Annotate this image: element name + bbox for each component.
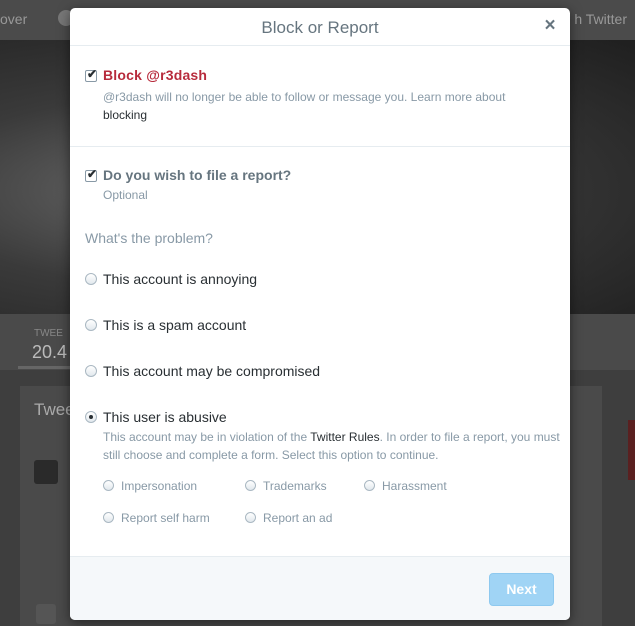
nav-discover-label: over [0, 11, 28, 27]
file-report-label[interactable]: Do you wish to file a report? [103, 167, 291, 183]
radio-impersonation[interactable] [103, 480, 114, 491]
dialog-title: Block or Report [261, 18, 379, 37]
radio-abusive[interactable] [85, 411, 97, 423]
tweets-stat-label: TWEE [34, 328, 63, 339]
dialog-footer: Next [70, 556, 570, 620]
radio-self-harm[interactable] [103, 512, 114, 523]
option-compromised-label[interactable]: This account may be compromised [103, 363, 320, 379]
tweet-avatar [36, 604, 56, 624]
checkmark-icon: ✔ [87, 167, 98, 181]
option-spam-label[interactable]: This is a spam account [103, 317, 246, 333]
block-report-dialog: Block or Report × ✔ Block @r3dash @r3das… [70, 8, 570, 620]
blocking-link[interactable]: blocking [103, 108, 147, 122]
problem-question: What's the problem? [85, 230, 213, 246]
sub-option-harassment[interactable]: Harassment [382, 479, 447, 493]
abusive-description: This account may be in violation of the … [103, 428, 563, 464]
tweets-card-title: Twee [34, 400, 75, 419]
sub-option-self-harm[interactable]: Report self harm [121, 511, 210, 525]
block-user-label[interactable]: Block @r3dash [103, 67, 207, 83]
radio-report-ad[interactable] [245, 512, 256, 523]
radio-harassment[interactable] [364, 480, 375, 491]
sub-option-report-ad[interactable]: Report an ad [263, 511, 332, 525]
option-annoying-label[interactable]: This account is annoying [103, 271, 257, 287]
sub-option-trademarks[interactable]: Trademarks [263, 479, 327, 493]
radio-trademarks[interactable] [245, 480, 256, 491]
sub-option-impersonation[interactable]: Impersonation [121, 479, 197, 493]
checkmark-icon: ✔ [87, 67, 98, 81]
next-button[interactable]: Next [489, 573, 554, 606]
background-edge [628, 420, 635, 480]
report-optional-label: Optional [103, 188, 148, 202]
option-abusive-label[interactable]: This user is abusive [103, 409, 227, 425]
block-description-text: @r3dash will no longer be able to follow… [103, 90, 506, 104]
radio-annoying[interactable] [85, 273, 97, 285]
twitter-rules-link[interactable]: Twitter Rules [310, 430, 379, 444]
tweets-stat-value: 20.4 [32, 342, 68, 362]
abusive-desc-text: This account may be in violation of the [103, 430, 308, 444]
block-checkbox[interactable]: ✔ [85, 67, 98, 82]
nav-search-label: h Twitter [574, 11, 627, 27]
close-icon[interactable]: × [542, 16, 558, 35]
block-description: @r3dash will no longer be able to follow… [103, 88, 533, 124]
radio-spam[interactable] [85, 319, 97, 331]
dialog-header: Block or Report × [70, 8, 570, 46]
tweet-avatar [34, 460, 58, 484]
radio-compromised[interactable] [85, 365, 97, 377]
report-checkbox[interactable]: ✔ [85, 167, 98, 182]
